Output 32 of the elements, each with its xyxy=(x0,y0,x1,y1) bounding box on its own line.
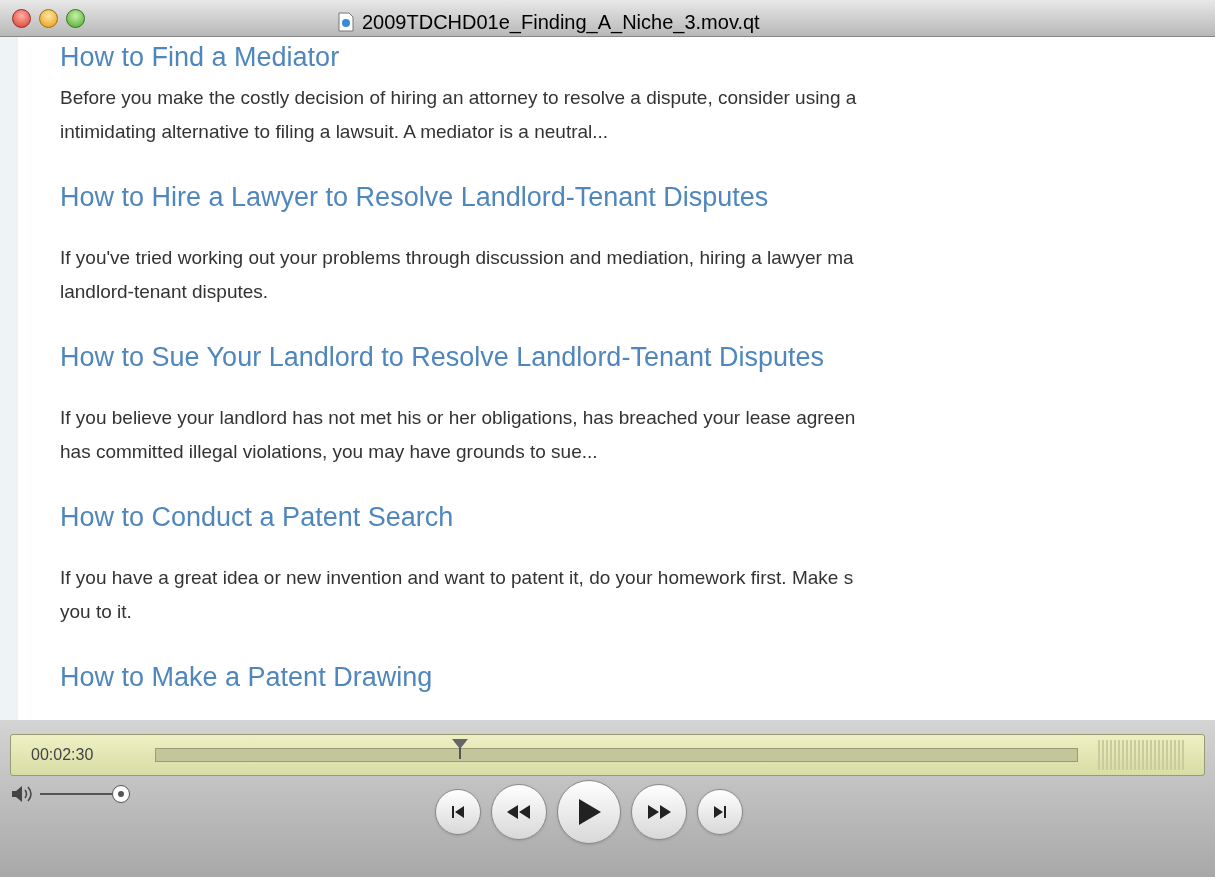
article-summary: you to it. xyxy=(60,600,133,624)
article-summary: If you believe your landlord has not met his or her obligations, has breached your lease agreen xyxy=(60,406,857,430)
rewind-icon xyxy=(506,804,532,820)
article-summary: landlord-tenant disputes. xyxy=(60,280,270,304)
rewind-button[interactable] xyxy=(491,784,547,840)
skip-back-button[interactable] xyxy=(435,789,481,835)
time-readout: 00:02:30 xyxy=(31,745,95,765)
article-link[interactable]: How to Make a Patent Drawing xyxy=(60,657,1215,697)
play-icon xyxy=(576,798,602,826)
fast-forward-icon xyxy=(646,804,672,820)
article-link[interactable]: How to Sue Your Landlord to Resolve Landlord-Tenant Disputes xyxy=(60,337,1215,377)
article-link[interactable]: How to Find a Mediator xyxy=(60,37,1215,77)
fast-forward-button[interactable] xyxy=(631,784,687,840)
skip-forward-icon xyxy=(712,804,728,820)
grip-icon xyxy=(1098,740,1184,770)
article-link[interactable]: How to Hire a Lawyer to Resolve Landlord-Tenant Disputes xyxy=(60,177,1215,217)
article-summary: Before you make the costly decision of hiring an attorney to resolve a dispute, consider using a xyxy=(60,86,858,110)
volume-knob[interactable] xyxy=(112,785,130,803)
article-summary: If you have a great idea or new invention and want to patent it, do your homework first. Make s xyxy=(60,566,855,590)
play-button[interactable] xyxy=(557,780,621,844)
minimize-button[interactable] xyxy=(39,8,58,28)
movie-file-icon xyxy=(338,12,354,32)
playhead-icon[interactable] xyxy=(450,738,469,760)
article-summary: If you've tried working out your problems through discussion and mediation, hiring a lawyer ma xyxy=(60,246,855,270)
window-title: 2009TDCHD01e_Finding_A_Niche_3.mov.qt xyxy=(362,10,760,36)
skip-back-icon xyxy=(450,804,466,820)
close-button[interactable] xyxy=(12,8,31,28)
skip-forward-button[interactable] xyxy=(697,789,743,835)
article-link[interactable]: How to Conduct a Patent Search xyxy=(60,497,1215,537)
zoom-button[interactable] xyxy=(66,8,85,28)
article-summary: intimidating alternative to filing a lawsuit. A mediator is a neutral... xyxy=(60,120,610,144)
article-summary: has committed illegal violations, you may have grounds to sue... xyxy=(60,440,599,464)
